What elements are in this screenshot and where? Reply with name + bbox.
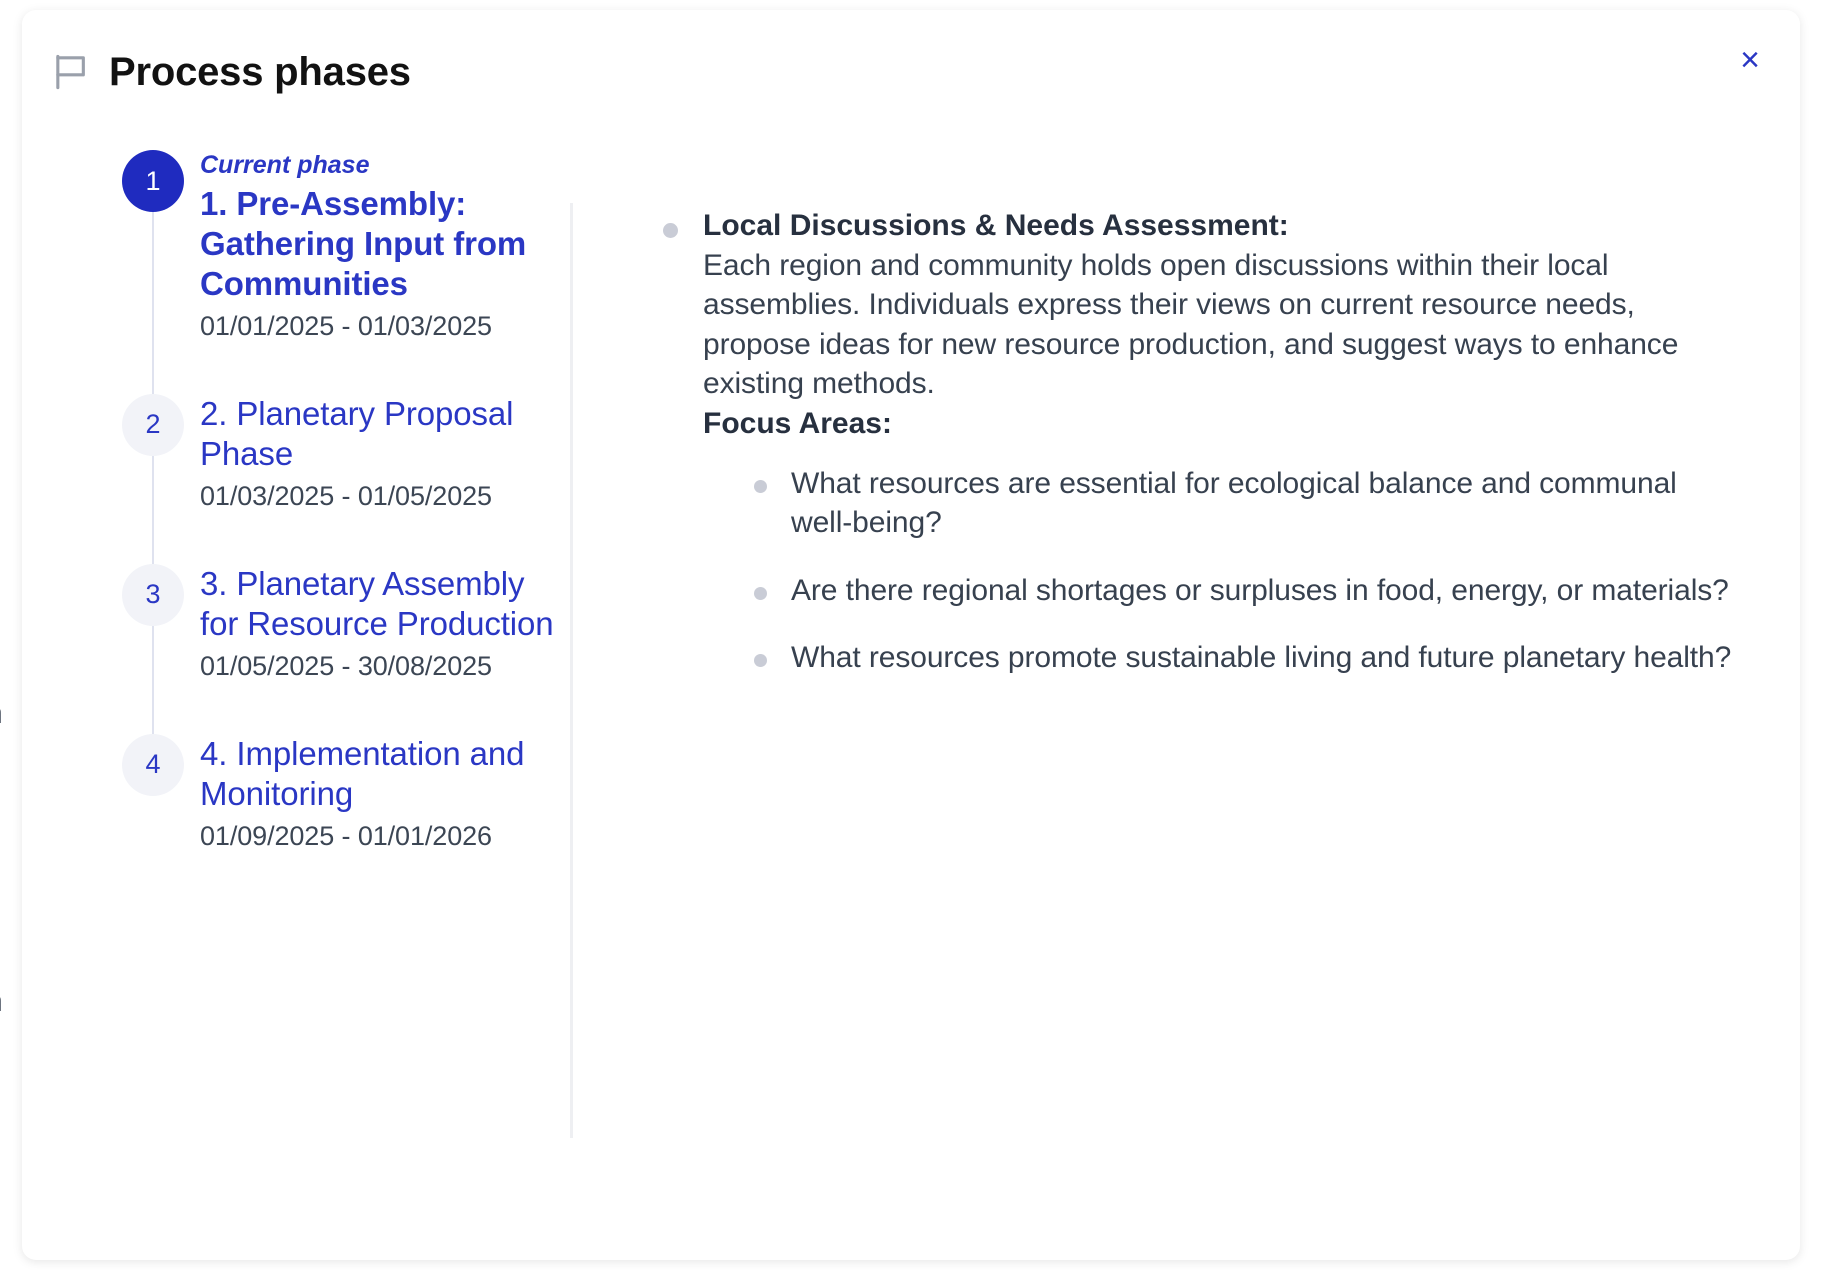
- list-item: What resources promote sustainable livin…: [748, 638, 1740, 678]
- phase-connector-line: [152, 626, 154, 740]
- close-icon[interactable]: ×: [1728, 38, 1772, 82]
- modal-body: 1 Current phase 1. Pre-Assembly: Gatheri…: [22, 128, 1800, 854]
- detail-list: Local Discussions & Needs Assessment: Ea…: [650, 206, 1740, 678]
- focus-areas-heading: Focus Areas:: [703, 404, 1740, 444]
- phase-marker-1: 1: [122, 150, 184, 212]
- phase-item-4[interactable]: 4 4. Implementation and Monitoring 01/09…: [122, 734, 570, 854]
- list-item: Local Discussions & Needs Assessment: Ea…: [650, 206, 1740, 678]
- phase-dates-3: 01/05/2025 - 30/08/2025: [200, 649, 570, 684]
- phase-title-3[interactable]: 3. Planetary Assembly for Resource Produ…: [200, 564, 570, 644]
- phase-item-2[interactable]: 2 2. Planetary Proposal Phase 01/03/2025…: [122, 394, 570, 564]
- phase-marker-3: 3: [122, 564, 184, 626]
- phase-item-3[interactable]: 3 3. Planetary Assembly for Resource Pro…: [122, 564, 570, 734]
- background-text-fragment-1: n: [0, 697, 3, 731]
- modal-title-row: Process phases: [55, 52, 411, 92]
- detail-lead-body: Each region and community holds open dis…: [703, 246, 1740, 404]
- phase-marker-2: 2: [122, 394, 184, 456]
- phase-dates-2: 01/03/2025 - 01/05/2025: [200, 479, 570, 514]
- flag-icon: [55, 53, 89, 91]
- phase-detail-content: Local Discussions & Needs Assessment: Ea…: [570, 128, 1800, 854]
- focus-areas-list: What resources are essential for ecologi…: [703, 464, 1740, 678]
- page-background: g n n Process phases × 1: [0, 0, 1822, 1270]
- phase-connector-line: [152, 456, 154, 570]
- list-item: Are there regional shortages or surpluse…: [748, 571, 1740, 611]
- phase-connector-line: [152, 212, 154, 400]
- phase-dates-4: 01/09/2025 - 01/01/2026: [200, 819, 570, 854]
- phases-timeline: 1 Current phase 1. Pre-Assembly: Gatheri…: [22, 128, 570, 854]
- detail-lead-heading: Local Discussions & Needs Assessment:: [703, 206, 1740, 246]
- phase-marker-4: 4: [122, 734, 184, 796]
- modal-header: Process phases ×: [22, 10, 1800, 128]
- phase-title-1[interactable]: 1. Pre-Assembly: Gathering Input from Co…: [200, 184, 570, 304]
- phase-title-4[interactable]: 4. Implementation and Monitoring: [200, 734, 570, 814]
- page-title: Process phases: [109, 52, 411, 92]
- background-text-fragment-2: n: [0, 985, 3, 1019]
- current-phase-label: Current phase: [200, 150, 570, 180]
- phase-item-1[interactable]: 1 Current phase 1. Pre-Assembly: Gatheri…: [122, 150, 570, 394]
- phase-dates-1: 01/01/2025 - 01/03/2025: [200, 309, 570, 344]
- column-divider: [570, 203, 573, 1138]
- process-phases-modal: Process phases × 1 Current phase 1. Pre-…: [22, 10, 1800, 1260]
- phase-title-2[interactable]: 2. Planetary Proposal Phase: [200, 394, 570, 474]
- list-item: What resources are essential for ecologi…: [748, 464, 1740, 543]
